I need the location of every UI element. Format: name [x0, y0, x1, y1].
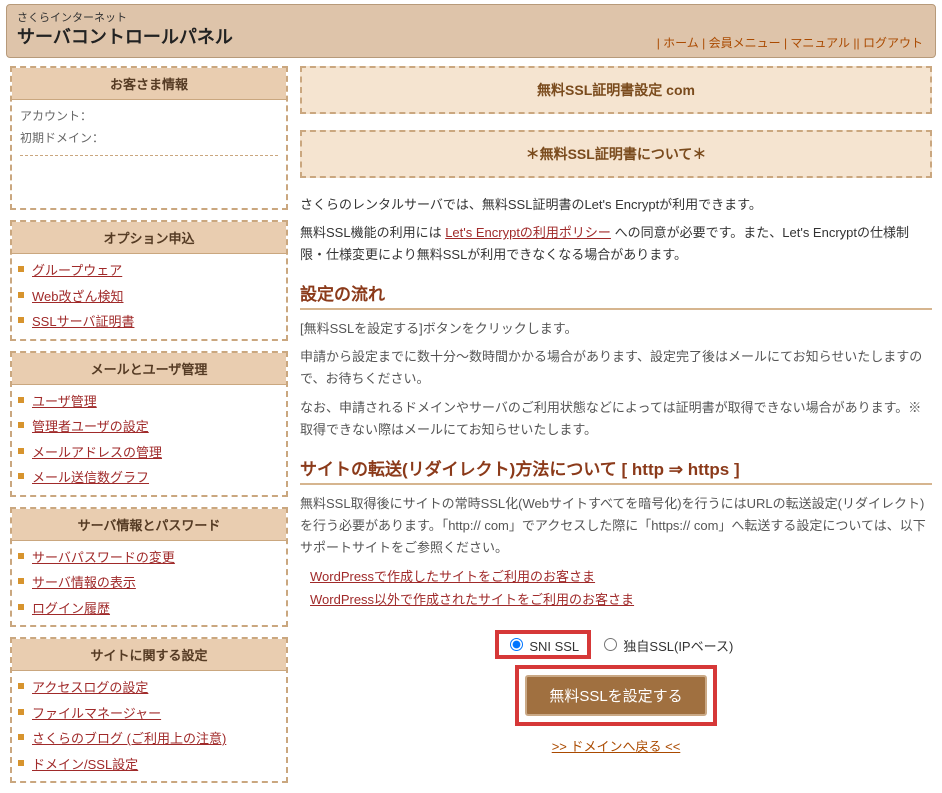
side-block-head: サイトに関する設定 [12, 639, 286, 671]
ssl-type-radio-row: SNI SSL 独自SSL(IPベース) [300, 630, 932, 659]
side-list-item: ファイルマネージャー [18, 701, 280, 727]
ip-ssl-radio-label[interactable]: 独自SSL(IPベース) [599, 639, 734, 654]
side-block: サーバ情報とパスワードサーバパスワードの変更サーバ情報の表示ログイン履歴 [10, 507, 288, 628]
side-list-item: SSLサーバ証明書 [18, 309, 280, 335]
submit-highlight: 無料SSLを設定する [515, 665, 716, 726]
flow-text-1: [無料SSLを設定する]ボタンをクリックします。 [300, 318, 932, 340]
side-list: アクセスログの設定ファイルマネージャーさくらのブログ (ご利用上の注意) ドメイン… [12, 671, 286, 781]
initial-domain-label: 初期ドメイン： [20, 128, 278, 150]
side-link[interactable]: メール送信数グラフ [32, 470, 149, 485]
side-block-head: サーバ情報とパスワード [12, 509, 286, 541]
side-list-item: サーバパスワードの変更 [18, 545, 280, 571]
side-link[interactable]: グループウェア [32, 263, 122, 278]
lets-encrypt-policy-link[interactable]: Let's Encryptの利用ポリシー [445, 225, 611, 240]
nav-manual[interactable]: マニュアル [790, 36, 850, 50]
set-free-ssl-button[interactable]: 無料SSLを設定する [525, 675, 706, 716]
side-list-item: アクセスログの設定 [18, 675, 280, 701]
customer-info-head: お客さま情報 [12, 68, 286, 100]
side-link[interactable]: ファイルマネージャー [32, 706, 161, 721]
intro2-before: 無料SSL機能の利用には [300, 225, 445, 240]
side-block-head: メールとユーザ管理 [12, 353, 286, 385]
flow-text-2: 申請から設定までに数十分～数時間かかる場合があります、設定完了後はメールにてお知… [300, 346, 932, 390]
side-list: グループウェア Web改ざん検知 SSLサーバ証明書 [12, 254, 286, 339]
flow-text-3: なお、申請されるドメインやサーバのご利用状態などによっては証明書が取得できない場… [300, 397, 932, 441]
side-link[interactable]: 管理者ユーザの設定 [32, 419, 149, 434]
side-list-item: Web改ざん検知 [18, 284, 280, 310]
side-list-item: ログイン履歴 [18, 596, 280, 622]
side-list-item: グループウェア [18, 258, 280, 284]
redirect-text: 無料SSL取得後にサイトの常時SSL化(Webサイトすべてを暗号化)を行うにはU… [300, 493, 932, 559]
section-redirect-heading: サイトの転送(リダイレクト)方法について [ http ⇒ https ] [300, 455, 932, 485]
nav-home[interactable]: ホーム [663, 36, 699, 50]
back-to-domain-link[interactable]: >> ドメインへ戻る << [552, 739, 681, 754]
ip-ssl-radio[interactable] [604, 638, 617, 651]
sni-ssl-text: SNI SSL [529, 639, 579, 654]
header-nav: | ホーム | 会員メニュー | マニュアル || ログアウト [657, 34, 923, 51]
about-panel: ＊無料SSL証明書について＊ [300, 130, 932, 178]
side-list-item: ユーザ管理 [18, 389, 280, 415]
nav-logout[interactable]: ログアウト [863, 36, 923, 50]
side-link[interactable]: SSLサーバ証明書 [32, 314, 134, 329]
side-block: メールとユーザ管理ユーザ管理管理者ユーザの設定メールアドレスの管理メール送信数グ… [10, 351, 288, 497]
side-link[interactable]: さくらのブログ (ご利用上の注意) [32, 731, 226, 746]
sni-ssl-radio-label[interactable]: SNI SSL [505, 639, 579, 654]
ip-ssl-text: 独自SSL(IPベース) [623, 639, 733, 654]
side-block: サイトに関する設定アクセスログの設定ファイルマネージャーさくらのブログ (ご利用… [10, 637, 288, 783]
nav-sep: || [853, 36, 863, 50]
side-link[interactable]: Web改ざん検知 [32, 289, 124, 304]
side-link[interactable]: ドメイン/SSL設定 [32, 757, 138, 772]
side-list-item: サーバ情報の表示 [18, 570, 280, 596]
side-list-item: ドメイン/SSL設定 [18, 752, 280, 778]
sni-ssl-radio[interactable] [510, 638, 523, 651]
side-list: サーバパスワードの変更サーバ情報の表示ログイン履歴 [12, 541, 286, 626]
side-link[interactable]: ユーザ管理 [32, 394, 97, 409]
side-block-head: オプション申込 [12, 222, 286, 254]
intro-text-1: さくらのレンタルサーバでは、無料SSL証明書のLet's Encryptが利用で… [300, 194, 932, 216]
info-spacer [20, 155, 278, 202]
account-label: アカウント： [20, 106, 278, 128]
page-title-panel: 無料SSL証明書設定 com [300, 66, 932, 114]
nav-member[interactable]: 会員メニュー [709, 36, 781, 50]
side-list-item: メール送信数グラフ [18, 465, 280, 491]
side-list-item: さくらのブログ (ご利用上の注意) [18, 726, 280, 752]
side-link[interactable]: サーバ情報の表示 [32, 575, 136, 590]
wordpress-link[interactable]: WordPressで作成したサイトをご利用のお客さま [310, 569, 595, 584]
side-link[interactable]: アクセスログの設定 [32, 680, 148, 695]
section-flow-heading: 設定の流れ [300, 280, 932, 310]
side-link[interactable]: ログイン履歴 [32, 601, 110, 616]
side-list-item: 管理者ユーザの設定 [18, 414, 280, 440]
sni-ssl-highlight: SNI SSL [495, 630, 591, 659]
side-list: ユーザ管理管理者ユーザの設定メールアドレスの管理メール送信数グラフ [12, 385, 286, 495]
side-link[interactable]: メールアドレスの管理 [32, 445, 162, 460]
header-bar: さくらインターネット サーバコントロールパネル | ホーム | 会員メニュー |… [6, 4, 936, 58]
non-wordpress-link[interactable]: WordPress以外で作成されたサイトをご利用のお客さま [310, 592, 634, 607]
side-link[interactable]: サーバパスワードの変更 [32, 550, 175, 565]
side-block: オプション申込グループウェア Web改ざん検知 SSLサーバ証明書 [10, 220, 288, 341]
side-list-item: メールアドレスの管理 [18, 440, 280, 466]
customer-info-box: お客さま情報 アカウント： 初期ドメイン： [10, 66, 288, 210]
intro-text-2: 無料SSL機能の利用には Let's Encryptの利用ポリシー への同意が必… [300, 222, 932, 266]
